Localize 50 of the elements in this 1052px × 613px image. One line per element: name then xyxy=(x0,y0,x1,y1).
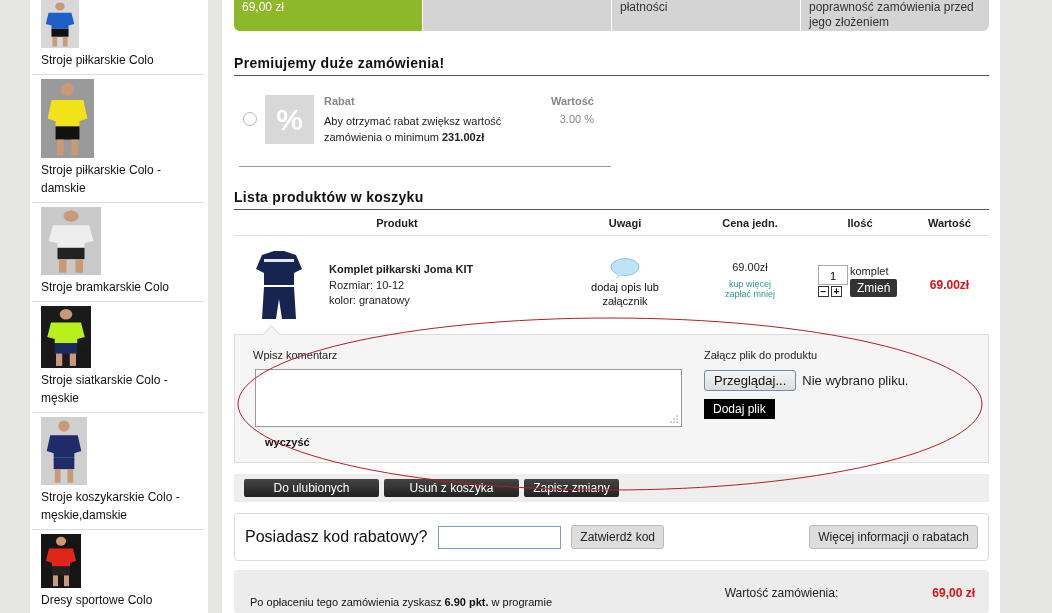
comment-field[interactable] xyxy=(255,369,682,427)
column-header: Wartość xyxy=(927,216,972,229)
points-text: Po opłaceniu tego zamówienia zyskasz 6.90 pkt. w programie xyxy=(250,596,553,608)
product-name[interactable]: Komplet piłkarski Joma KIT xyxy=(329,262,474,277)
discount-info-button[interactable]: Więcej informacji o rabatach xyxy=(809,525,978,549)
coupon-label: Posiadasz kod rabatowy? xyxy=(245,528,428,546)
category-link[interactable]: Dresy sportowe Colo xyxy=(41,591,153,609)
discount-description: Aby otrzymać rabat zwiększ wartość zamówienia o minimum 231.00zł xyxy=(324,114,503,145)
product-detail: Rozmiar: 10-12 xyxy=(329,278,406,293)
coupon-field[interactable] xyxy=(438,525,562,549)
action-button[interactable]: Usuń z koszyka xyxy=(384,479,519,497)
step-text: 69,00 zł xyxy=(242,0,285,14)
column-header: Ilość xyxy=(846,216,874,229)
step-text: poprawność zamówienia przed jego złożeniem xyxy=(809,0,974,29)
radio-button[interactable] xyxy=(243,112,257,126)
column-header: Rabat xyxy=(324,95,356,107)
increase-button[interactable]: + xyxy=(831,286,842,297)
change-button[interactable]: Zmień xyxy=(850,279,898,297)
column-header: Cena jedn. xyxy=(721,216,779,229)
browse-button[interactable]: Przeglądaj... xyxy=(704,370,797,391)
section-heading: Lista produktów w koszyku xyxy=(234,189,989,210)
percent-icon: % xyxy=(265,95,314,144)
unit-label: komplet xyxy=(850,265,889,277)
line-total: 69.00zł xyxy=(929,278,970,292)
action-button[interactable]: Zapisz zmiany xyxy=(524,479,619,497)
field-label: Załącz plik do produktu xyxy=(704,349,819,361)
column-header: Produkt xyxy=(375,216,419,229)
action-button[interactable]: Do ulubionych xyxy=(244,479,379,497)
category-link[interactable]: Stroje siatkarskie Colo - męskie xyxy=(41,371,204,407)
file-status: Nie wybrano pliku. xyxy=(802,373,909,388)
section-heading: Premiujemy duże zamówienia! xyxy=(234,55,989,76)
step-text: płatności xyxy=(620,0,668,14)
product-detail: kolor: granatowy xyxy=(329,293,411,308)
category-link[interactable]: Stroje piłkarskie Colo - damskie xyxy=(41,161,204,197)
category-link[interactable]: Stroje bramkarskie Colo xyxy=(41,278,170,296)
unit-price: 69.00zł xyxy=(732,261,768,273)
category-link[interactable]: Stroje koszykarskie Colo - męskie,damskie xyxy=(41,488,204,524)
resize-grip-icon[interactable] xyxy=(670,415,678,423)
decrease-button[interactable]: − xyxy=(818,286,829,297)
column-header: Uwagi xyxy=(607,216,643,229)
column-header: Wartość xyxy=(551,95,594,107)
quantity-field[interactable]: 1 xyxy=(818,265,848,285)
bulk-discount-link[interactable]: kup więcej zapłać mniej xyxy=(720,279,780,299)
add-file-button[interactable]: Dodaj plik xyxy=(704,399,775,419)
note-link[interactable]: dodaj opis lub załącznik xyxy=(590,280,660,308)
order-value-label: Wartość zamówienia: xyxy=(724,586,839,600)
discount-value: 3.00 % xyxy=(559,113,594,125)
submit-code-button[interactable]: Zatwierdź kod xyxy=(571,525,665,549)
order-value: 69,00 zł xyxy=(932,586,975,600)
category-link[interactable]: Stroje piłkarskie Colo xyxy=(41,51,154,69)
